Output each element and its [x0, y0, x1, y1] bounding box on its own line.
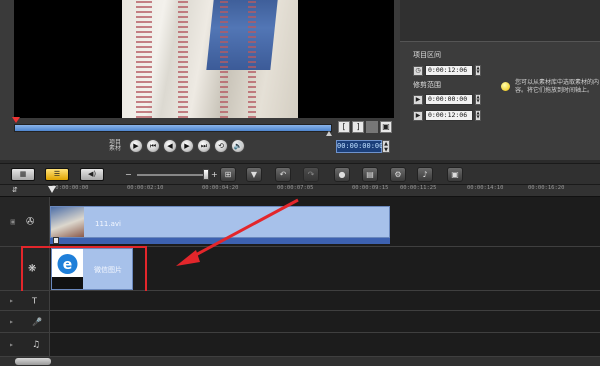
timeline-scrollbar[interactable] [0, 357, 600, 366]
scrollbar-thumb[interactable] [15, 358, 51, 365]
annotation-arrow [176, 198, 299, 266]
